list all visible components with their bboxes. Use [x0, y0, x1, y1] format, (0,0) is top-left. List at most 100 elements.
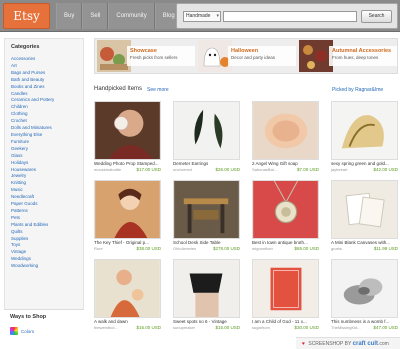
color-wheel-icon — [10, 327, 18, 335]
banner-title: Autumnal Accessories — [332, 48, 392, 54]
category-sidebar: Categories Accessories Art Bags and Purs… — [4, 38, 84, 345]
category-link[interactable]: Music — [11, 187, 54, 194]
category-link[interactable]: Clothing — [11, 111, 54, 118]
category-link[interactable]: Children — [11, 104, 54, 111]
item-price: $38.00 USD — [136, 246, 161, 251]
category-link[interactable]: Accessories — [11, 56, 54, 63]
category-link[interactable]: Paper Goods — [11, 201, 54, 208]
halloween-image — [198, 40, 232, 72]
nav-buy[interactable]: Buy — [56, 3, 83, 29]
item-shop: SabonasBat... — [252, 167, 278, 172]
handpicked-grid: Wedding Photo Prop Stamped... mooseinabo… — [94, 96, 400, 336]
category-link[interactable]: Pets — [11, 215, 54, 222]
item-price: $65.00 USD — [294, 246, 319, 251]
category-link[interactable]: Weddings — [11, 256, 54, 263]
see-more-link[interactable]: See more — [147, 87, 169, 93]
picked-by-link[interactable]: Picked by Ragnar&Ime — [332, 87, 383, 93]
item-card[interactable]: A walk and dawn theweirdtcd... $16.00 US… — [94, 259, 161, 334]
category-link[interactable]: Furniture — [11, 139, 54, 146]
ways-to-shop: Ways to Shop Colors — [4, 309, 84, 345]
item-title: 2 Angel Wing Gift soap — [252, 161, 298, 166]
item-price: $15.00 USD — [215, 325, 240, 330]
item-title: sexy spring green and gold... — [331, 161, 389, 166]
category-link[interactable]: Supplies — [11, 236, 54, 243]
banner-showcase[interactable]: Showcase Fresh picks from sellers — [97, 40, 197, 72]
item-card[interactable]: Demeter Earrings unchorned $26.00 USD — [173, 101, 240, 176]
category-link[interactable]: Jewelry — [11, 173, 54, 180]
item-card[interactable]: A Mini Blank Canvases with... gnahs $11.… — [331, 180, 398, 255]
banner-subtitle: Fresh picks from sellers — [130, 55, 178, 60]
category-link[interactable]: Everything Else — [11, 132, 54, 139]
banner-caption: Halloween Decor and party ideas — [228, 46, 296, 66]
category-link[interactable]: Toys — [11, 242, 54, 249]
category-link[interactable]: Art — [11, 63, 54, 70]
colors-link[interactable]: Colors — [10, 327, 34, 335]
item-price: $17.00 USD — [136, 167, 161, 172]
search-input[interactable] — [223, 11, 357, 22]
item-image — [94, 180, 161, 239]
banner-title: Showcase — [130, 48, 157, 54]
category-link[interactable]: Plants and Edibles — [11, 222, 54, 229]
item-card[interactable]: This numbness is a womb f... TheMissingK… — [331, 259, 398, 334]
item-title: The Key Thief - Original p... — [94, 240, 149, 245]
item-title: Demeter Earrings — [173, 161, 209, 166]
item-image — [173, 101, 240, 160]
category-link[interactable]: Candles — [11, 91, 54, 98]
category-link[interactable]: Needlecraft — [11, 194, 54, 201]
category-link[interactable]: Bath and Beauty — [11, 77, 54, 84]
category-link[interactable]: Geekery — [11, 146, 54, 153]
category-link[interactable]: Glass — [11, 153, 54, 160]
category-link[interactable]: Patterns — [11, 208, 54, 215]
category-link[interactable]: Books and Zines — [11, 84, 54, 91]
credit-brand: craft cult — [352, 341, 378, 347]
category-link[interactable]: Woodworking — [11, 263, 54, 270]
item-title: Best in town antique broth... — [252, 240, 308, 245]
category-link[interactable]: Holidays — [11, 160, 54, 167]
item-card[interactable]: Wedding Photo Prop Stamped... mooseinabo… — [94, 101, 161, 176]
category-link[interactable]: Bags and Purses — [11, 70, 54, 77]
category-link[interactable]: Ceramics and Pottery — [11, 97, 54, 104]
item-image — [173, 180, 240, 239]
item-price: $11.99 USD — [373, 246, 398, 251]
category-link[interactable]: Knitting — [11, 180, 54, 187]
item-shop: jaybeeart — [331, 167, 348, 172]
category-link[interactable]: Quilts — [11, 229, 54, 236]
etsy-logo[interactable]: Etsy — [3, 3, 50, 29]
item-card[interactable]: 2 Angel Wing Gift soap SabonasBat... $7.… — [252, 101, 319, 176]
colors-label: Colors — [21, 328, 35, 334]
category-list: Accessories Art Bags and Purses Bath and… — [11, 56, 54, 270]
search-button[interactable]: Search — [361, 10, 392, 23]
feature-banners: Showcase Fresh picks from sellers Hallow… — [94, 38, 398, 74]
item-image — [94, 101, 161, 160]
item-card[interactable]: Best in town antique broth... mignonflue… — [252, 180, 319, 255]
category-link[interactable]: Dolls and Miniatures — [11, 125, 54, 132]
banner-autumnal-accessories[interactable]: Autumnal Accessories From hues, deep ton… — [299, 40, 399, 72]
chevron-down-icon: ▾ — [216, 13, 219, 19]
item-image — [94, 259, 161, 318]
item-card[interactable]: I am a Child of God - 11 x... sugarhom $… — [252, 259, 319, 334]
item-image — [331, 259, 398, 318]
handpicked-heading: Handpicked Items — [94, 86, 143, 92]
item-title: A walk and dawn — [94, 319, 128, 324]
nav-community[interactable]: Community — [108, 3, 155, 29]
item-price: $30.00 USD — [294, 325, 319, 330]
nav-sell[interactable]: Sell — [82, 3, 109, 29]
ways-to-shop-heading: Ways to Shop — [10, 314, 47, 320]
item-title: This numbness is a womb f... — [331, 319, 390, 324]
item-shop: sunupmaker — [173, 325, 196, 330]
item-price: $42.00 USD — [373, 167, 398, 172]
item-card[interactable]: The Key Thief - Original p... Rure $38.0… — [94, 180, 161, 255]
item-card[interactable]: Sweet spots no 6 - Vintage sunupmaker $1… — [173, 259, 240, 334]
category-link[interactable]: Vintage — [11, 249, 54, 256]
item-shop: gnahs — [331, 246, 342, 251]
category-link[interactable]: Housewares — [11, 167, 54, 174]
search-category-select[interactable]: Handmade ▾ — [183, 11, 221, 22]
item-card[interactable]: sexy spring green and gold... jaybeeart … — [331, 101, 398, 176]
item-price: $278.00 USD — [212, 246, 240, 251]
item-shop: unchorned — [173, 167, 192, 172]
item-card[interactable]: School Desk Side Table OhioAmeries $278.… — [173, 180, 240, 255]
banner-halloween[interactable]: Halloween Decor and party ideas — [198, 40, 298, 72]
credit-suffix: .com — [377, 341, 389, 347]
autumnal-accessories-image — [299, 40, 333, 72]
category-link[interactable]: Crochet — [11, 118, 54, 125]
